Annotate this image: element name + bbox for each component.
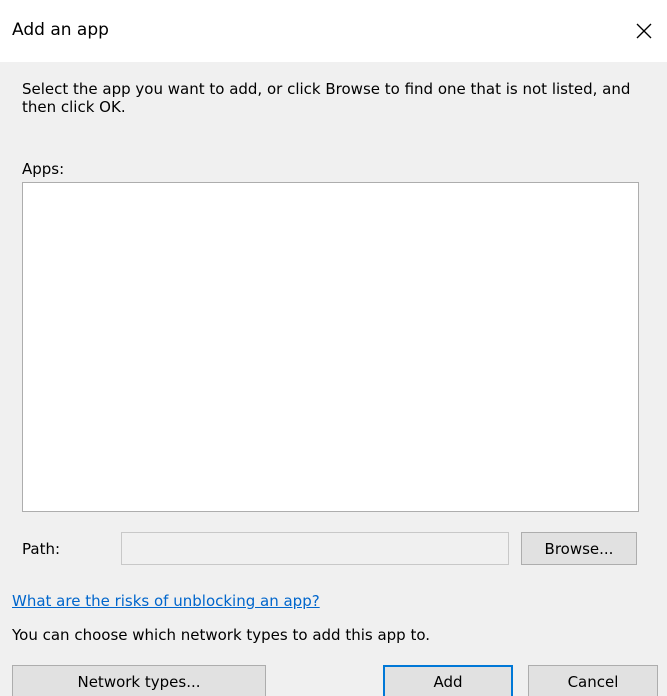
- path-label: Path:: [22, 540, 61, 558]
- close-button[interactable]: [621, 8, 667, 54]
- add-app-dialog: Add an app Select the app you want to ad…: [0, 0, 667, 696]
- close-icon: [636, 23, 652, 39]
- add-button[interactable]: Add: [383, 665, 513, 696]
- cancel-button[interactable]: Cancel: [528, 665, 658, 696]
- path-input[interactable]: [121, 532, 509, 565]
- risks-link[interactable]: What are the risks of unblocking an app?: [12, 592, 320, 610]
- title-bar: Add an app: [0, 0, 667, 62]
- dialog-body: Select the app you want to add, or click…: [0, 62, 667, 696]
- instructions-text: Select the app you want to add, or click…: [22, 80, 631, 116]
- apps-label: Apps:: [22, 160, 65, 178]
- apps-list[interactable]: [22, 182, 639, 512]
- browse-button[interactable]: Browse...: [521, 532, 637, 565]
- dialog-title: Add an app: [12, 20, 109, 40]
- network-types-button[interactable]: Network types...: [12, 665, 266, 696]
- network-types-text: You can choose which network types to ad…: [12, 626, 431, 644]
